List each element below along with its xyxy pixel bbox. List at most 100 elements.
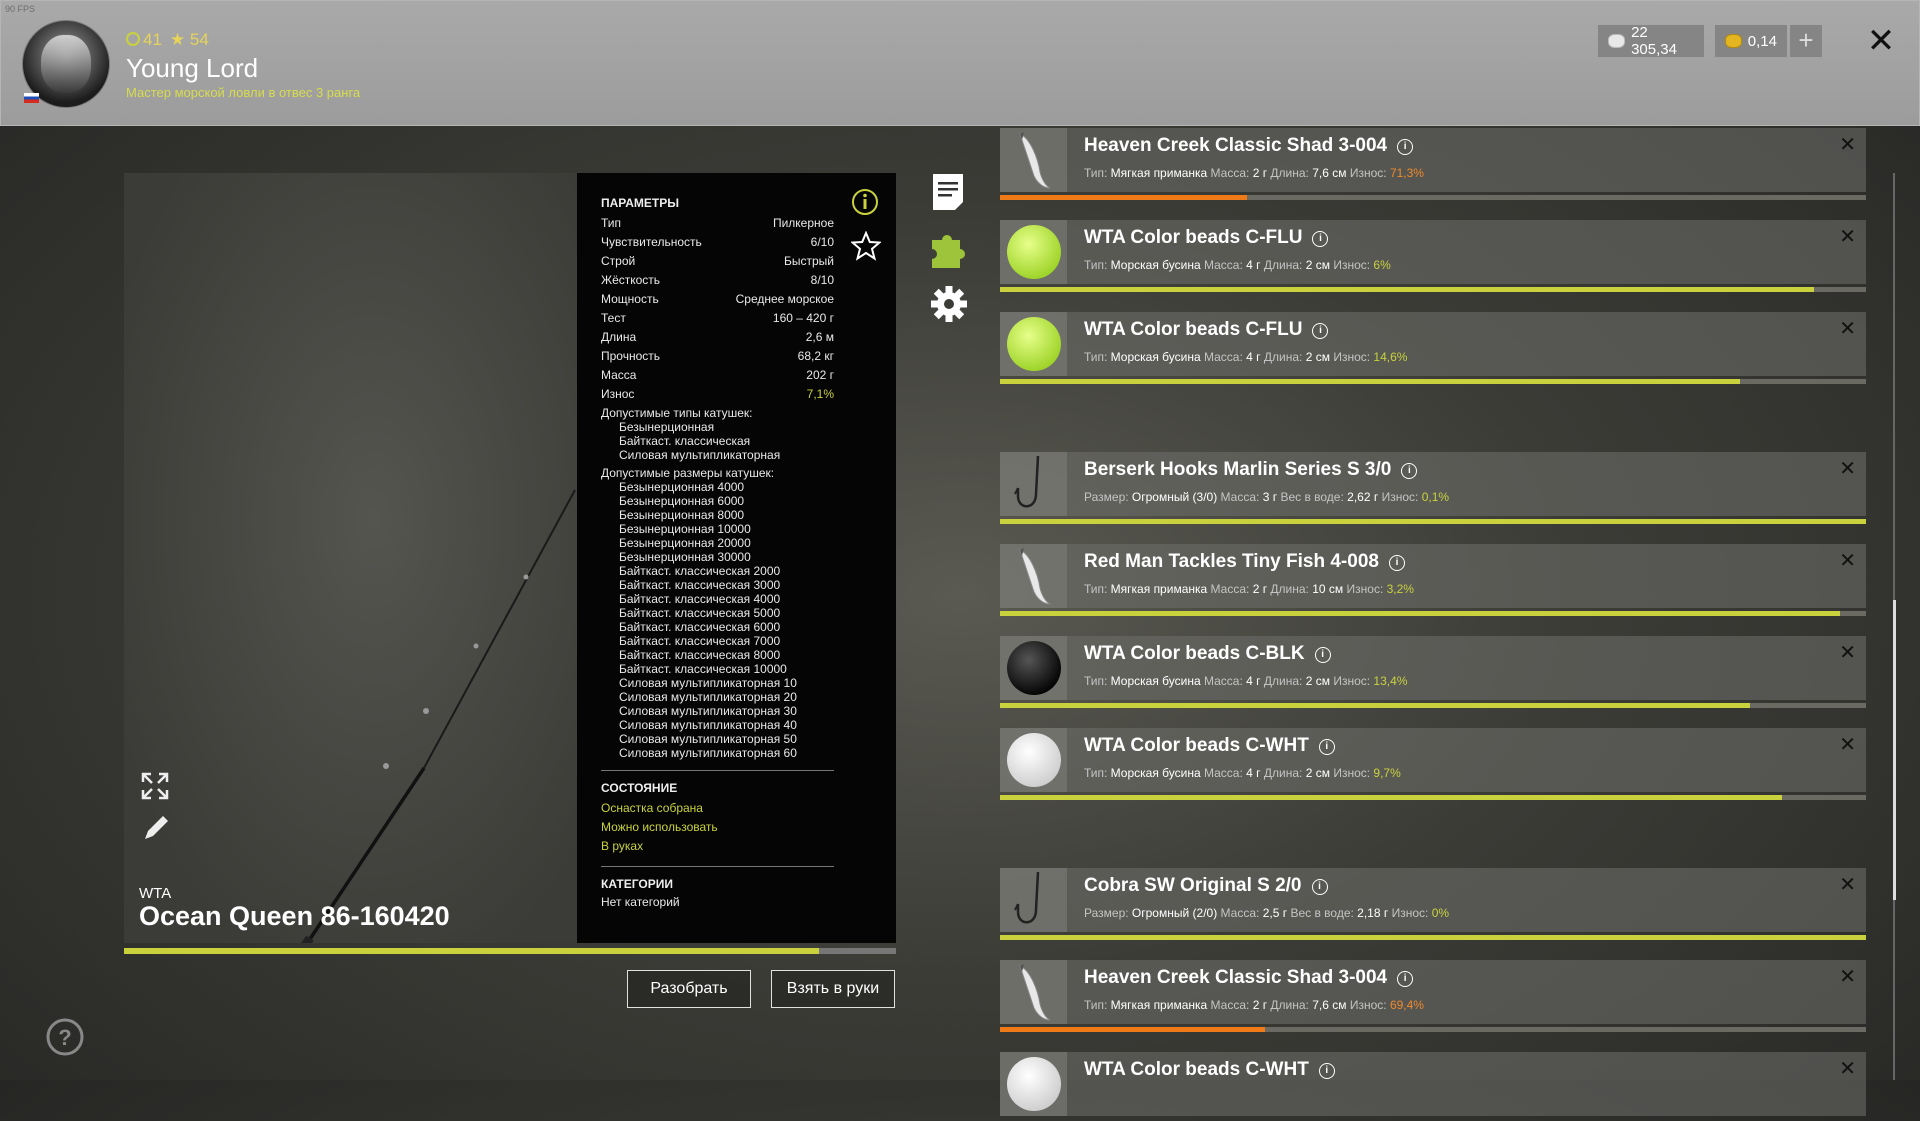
help-icon[interactable]: ? bbox=[45, 1017, 85, 1057]
add-currency-button[interactable]: + bbox=[1790, 25, 1822, 57]
component-name: WTA Color beads C-FLU i bbox=[1084, 319, 1329, 341]
level-indicator: 41 bbox=[126, 30, 162, 50]
component-slot[interactable]: Heaven Creek Classic Shad 3-004 i Тип: Мяг… bbox=[1000, 128, 1866, 192]
component-condition-bar bbox=[1000, 519, 1866, 524]
remove-icon[interactable]: ✕ bbox=[1839, 456, 1856, 481]
component-condition-track bbox=[1000, 703, 1866, 708]
component-condition-track bbox=[1000, 287, 1866, 292]
remove-icon[interactable]: ✕ bbox=[1839, 964, 1856, 989]
info-icon[interactable] bbox=[851, 188, 879, 216]
info-icon[interactable]: i bbox=[1388, 555, 1405, 571]
gear-icon[interactable] bbox=[929, 284, 969, 324]
component-slot[interactable]: Heaven Creek Classic Shad 3-004 i Тип: Мяг… bbox=[1000, 960, 1866, 1024]
info-icon[interactable]: i bbox=[1318, 739, 1335, 755]
param-label: Длина bbox=[601, 330, 637, 344]
parameter-rows: Тип Пилкерное Чувствительность 6/10 Строй Быс… bbox=[601, 214, 834, 404]
component-condition-bar bbox=[1000, 935, 1866, 940]
rod-model: Ocean Queen 86-160420 bbox=[139, 901, 450, 931]
remove-icon[interactable]: ✕ bbox=[1839, 548, 1856, 573]
parameters-panel: ПАРАМЕТРЫ Тип Пилкерное Чувствительность 6/… bbox=[577, 173, 896, 943]
component-name: WTA Color beads C-WHT i bbox=[1084, 1059, 1335, 1081]
info-icon[interactable]: i bbox=[1314, 647, 1331, 663]
reel-size-item: Безынерционная 6000 bbox=[619, 494, 745, 508]
wear-label: Износ: bbox=[1391, 906, 1429, 920]
scrollbar-thumb[interactable] bbox=[1893, 600, 1896, 900]
meta-value: 2,5 г bbox=[1262, 906, 1288, 920]
meta-label: Тип: bbox=[1084, 582, 1111, 596]
info-icon[interactable]: i bbox=[1318, 1063, 1335, 1079]
param-value: Пилкерное bbox=[772, 216, 834, 230]
disassemble-button[interactable]: Разобрать bbox=[627, 970, 751, 1008]
level-ring-icon bbox=[126, 32, 140, 46]
meta-value: 2,62 г bbox=[1347, 490, 1379, 504]
remove-icon[interactable]: ✕ bbox=[1839, 132, 1856, 157]
expand-icon[interactable] bbox=[140, 771, 170, 801]
component-name-text: Heaven Creek Classic Shad 3-004 bbox=[1084, 967, 1388, 988]
wear-label: Износ: bbox=[1333, 674, 1371, 688]
fishing-rod-image bbox=[301, 489, 576, 943]
wear-label: Износ: bbox=[1333, 350, 1371, 364]
component-slot[interactable]: Red Man Tackles Tiny Fish 4-008 i Тип: Мяг… bbox=[1000, 544, 1866, 608]
info-icon[interactable]: i bbox=[1312, 323, 1329, 339]
wear-value: 71,3% bbox=[1389, 166, 1424, 180]
component-name-text: WTA Color beads C-WHT bbox=[1084, 1059, 1309, 1080]
parameters-title: ПАРАМЕТРЫ bbox=[601, 196, 679, 210]
divider bbox=[601, 770, 834, 771]
param-value: 6/10 bbox=[810, 235, 834, 249]
component-slot[interactable]: Cobra SW Original S 2/0 i Размер: Огромный… bbox=[1000, 868, 1866, 932]
wear-label: Износ: bbox=[1349, 998, 1387, 1012]
meta-label: Тип: bbox=[1084, 674, 1111, 688]
favorite-star-icon[interactable] bbox=[851, 231, 881, 261]
remove-icon[interactable]: ✕ bbox=[1839, 224, 1856, 249]
param-row: Масса 202 г bbox=[601, 366, 834, 385]
player-rank: Мастер морской ловли в отвес 3 ранга bbox=[126, 85, 361, 100]
component-slot[interactable]: WTA Color beads C-BLK i Тип: Морская бусин… bbox=[1000, 636, 1866, 700]
component-name-text: Red Man Tackles Tiny Fish 4-008 bbox=[1084, 551, 1379, 572]
state-item: Оснастка собрана bbox=[601, 801, 703, 815]
remove-icon[interactable]: ✕ bbox=[1839, 1056, 1856, 1081]
meta-value: 2 г bbox=[1252, 998, 1268, 1012]
remove-icon[interactable]: ✕ bbox=[1839, 732, 1856, 757]
remove-icon[interactable]: ✕ bbox=[1839, 640, 1856, 665]
russia-flag-icon bbox=[24, 93, 39, 103]
reel-size-item: Силовая мультипликаторная 40 bbox=[619, 718, 797, 732]
param-value: Среднее морское bbox=[735, 292, 834, 306]
meta-value: 10 см bbox=[1312, 582, 1344, 596]
close-icon[interactable]: ✕ bbox=[1863, 23, 1899, 59]
info-icon[interactable]: i bbox=[1311, 879, 1328, 895]
info-icon[interactable]: i bbox=[1397, 971, 1414, 987]
info-icon[interactable]: i bbox=[1312, 231, 1329, 247]
component-name-text: WTA Color beads C-FLU bbox=[1084, 227, 1303, 248]
reel-type-item: Байткаст. классическая bbox=[619, 434, 751, 448]
component-condition-bar bbox=[1000, 795, 1782, 800]
notes-icon[interactable] bbox=[930, 172, 966, 212]
reel-size-item: Безынерционная 30000 bbox=[619, 550, 751, 564]
meta-label: Длина: bbox=[1270, 166, 1313, 180]
meta-value: 2 см bbox=[1305, 766, 1330, 780]
wear-value: 0% bbox=[1431, 906, 1450, 920]
meta-label: Масса: bbox=[1204, 766, 1247, 780]
component-slot[interactable]: WTA Color beads C-WHT i ✕ bbox=[1000, 1052, 1866, 1116]
component-slot[interactable]: Berserk Hooks Marlin Series S 3/0 i Размер… bbox=[1000, 452, 1866, 516]
param-label: Чувствительность bbox=[601, 235, 702, 249]
puzzle-piece-icon[interactable] bbox=[928, 228, 970, 270]
take-in-hands-button[interactable]: Взять в руки bbox=[771, 970, 895, 1008]
reel-size-item: Байткаст. классическая 8000 bbox=[619, 648, 781, 662]
component-slot[interactable]: WTA Color beads C-FLU i Тип: Морская бусин… bbox=[1000, 220, 1866, 284]
meta-label: Масса: bbox=[1204, 674, 1247, 688]
remove-icon[interactable]: ✕ bbox=[1839, 872, 1856, 897]
component-condition-track bbox=[1000, 1027, 1866, 1032]
info-icon[interactable]: i bbox=[1397, 139, 1414, 155]
remove-icon[interactable]: ✕ bbox=[1839, 316, 1856, 341]
component-slot[interactable]: WTA Color beads C-WHT i Тип: Морская бусин… bbox=[1000, 728, 1866, 792]
meta-label: Масса: bbox=[1204, 258, 1247, 272]
fps-counter: 90 FPS bbox=[5, 4, 36, 14]
param-value: 7,1% bbox=[806, 387, 834, 401]
pencil-icon[interactable] bbox=[140, 814, 170, 844]
component-condition-bar bbox=[1000, 703, 1750, 708]
info-icon[interactable]: i bbox=[1401, 463, 1418, 479]
component-slot[interactable]: WTA Color beads C-FLU i Тип: Морская бусин… bbox=[1000, 312, 1866, 376]
bead-green-thumbnail bbox=[1000, 312, 1067, 376]
categories-title: КАТЕГОРИИ bbox=[601, 877, 673, 891]
meta-label: Тип: bbox=[1084, 166, 1111, 180]
